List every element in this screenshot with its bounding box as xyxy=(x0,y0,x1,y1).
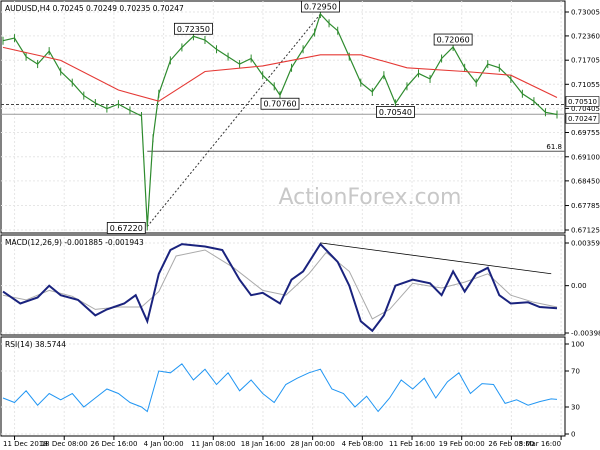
price-y-tick-label: 0.73005 xyxy=(571,9,600,17)
rsi-y-tick-label: 30 xyxy=(571,404,580,412)
price-y-tick-label: 0.69100 xyxy=(571,153,600,161)
macd-y-tick-label: 0.00 xyxy=(571,282,587,290)
price-callout-label: 0.67220 xyxy=(110,224,143,233)
price-tag-label: 0.70510 xyxy=(568,98,597,106)
x-tick-label: 26 Dec 16:00 xyxy=(90,440,137,448)
x-tick-label: 4 Feb 08:00 xyxy=(342,440,383,448)
price-callout-label: 0.72350 xyxy=(177,25,210,34)
price-y-tick-label: 0.72360 xyxy=(571,32,600,40)
watermark: ActionForex.com xyxy=(279,185,462,210)
fibonacci-label: 61.8 xyxy=(546,143,562,151)
macd-panel xyxy=(0,234,566,336)
x-tick-label: 19 Feb 00:00 xyxy=(439,440,485,448)
x-tick-label: 11 Jan 08:00 xyxy=(191,440,235,448)
price-title: AUDUSD,H4 0.70245 0.70249 0.70235 0.7024… xyxy=(5,4,184,13)
price-callout-label: 0.72060 xyxy=(437,36,470,45)
price-y-tick-label: 0.69755 xyxy=(571,129,600,137)
x-tick-label: 4 Jan 00:00 xyxy=(144,440,184,448)
x-tick-label: 18 Dec 08:00 xyxy=(41,440,88,448)
price-callout-label: 0.70540 xyxy=(379,108,412,117)
macd-y-tick-label: -0.003986 xyxy=(571,330,600,338)
price-callout-label: 0.72950 xyxy=(304,3,337,12)
rsi-y-tick-label: 70 xyxy=(571,368,580,376)
time-axis: 11 Dec 201818 Dec 08:00 26 Dec 16:00 4 Jan… xyxy=(3,436,562,448)
macd-y-axis: 0.003592 0.00 -0.003986 xyxy=(565,240,600,338)
macd-grid xyxy=(1,242,565,334)
x-tick-label: 18 Jan 16:00 xyxy=(241,440,285,448)
macd-signal-line xyxy=(2,249,558,320)
x-tick-label: 5 Mar 16:00 xyxy=(519,440,561,448)
rsi-y-tick-label: 100 xyxy=(571,341,584,349)
macd-y-tick-label: 0.003592 xyxy=(571,240,600,248)
price-y-tick-label: 0.71055 xyxy=(571,81,600,89)
price-callout-label: 0.70760 xyxy=(263,100,296,109)
macd-trendline xyxy=(320,242,552,275)
price-y-tick-label: 0.67125 xyxy=(571,227,600,235)
macd-title: MACD(12,26,9) -0.001885 -0.001943 xyxy=(5,238,144,247)
macd-series xyxy=(2,242,558,333)
price-y-tick-label: 0.68450 xyxy=(571,177,600,185)
rsi-panel xyxy=(0,336,566,437)
chart-canvas: 61.8 ActionForex.com 0.72950 0.72350 0.707… xyxy=(0,0,600,448)
rsi-y-axis: 100 70 30 0 xyxy=(565,341,584,439)
rsi-y-tick-label: 0 xyxy=(571,431,575,439)
x-tick-label: 11 Feb 16:00 xyxy=(389,440,435,448)
price-y-tick-label: 0.71705 xyxy=(571,57,600,65)
price-y-axis: 0.730050.723600.717050.710550.704050.697… xyxy=(565,9,600,235)
price-tag-label: 0.70247 xyxy=(568,115,597,123)
macd-line xyxy=(2,242,558,333)
price-y-tick-label: 0.67785 xyxy=(571,202,600,210)
x-tick-label: 28 Jan 00:00 xyxy=(290,440,334,448)
rsi-title: RSI(14) 38.5744 xyxy=(5,340,66,349)
